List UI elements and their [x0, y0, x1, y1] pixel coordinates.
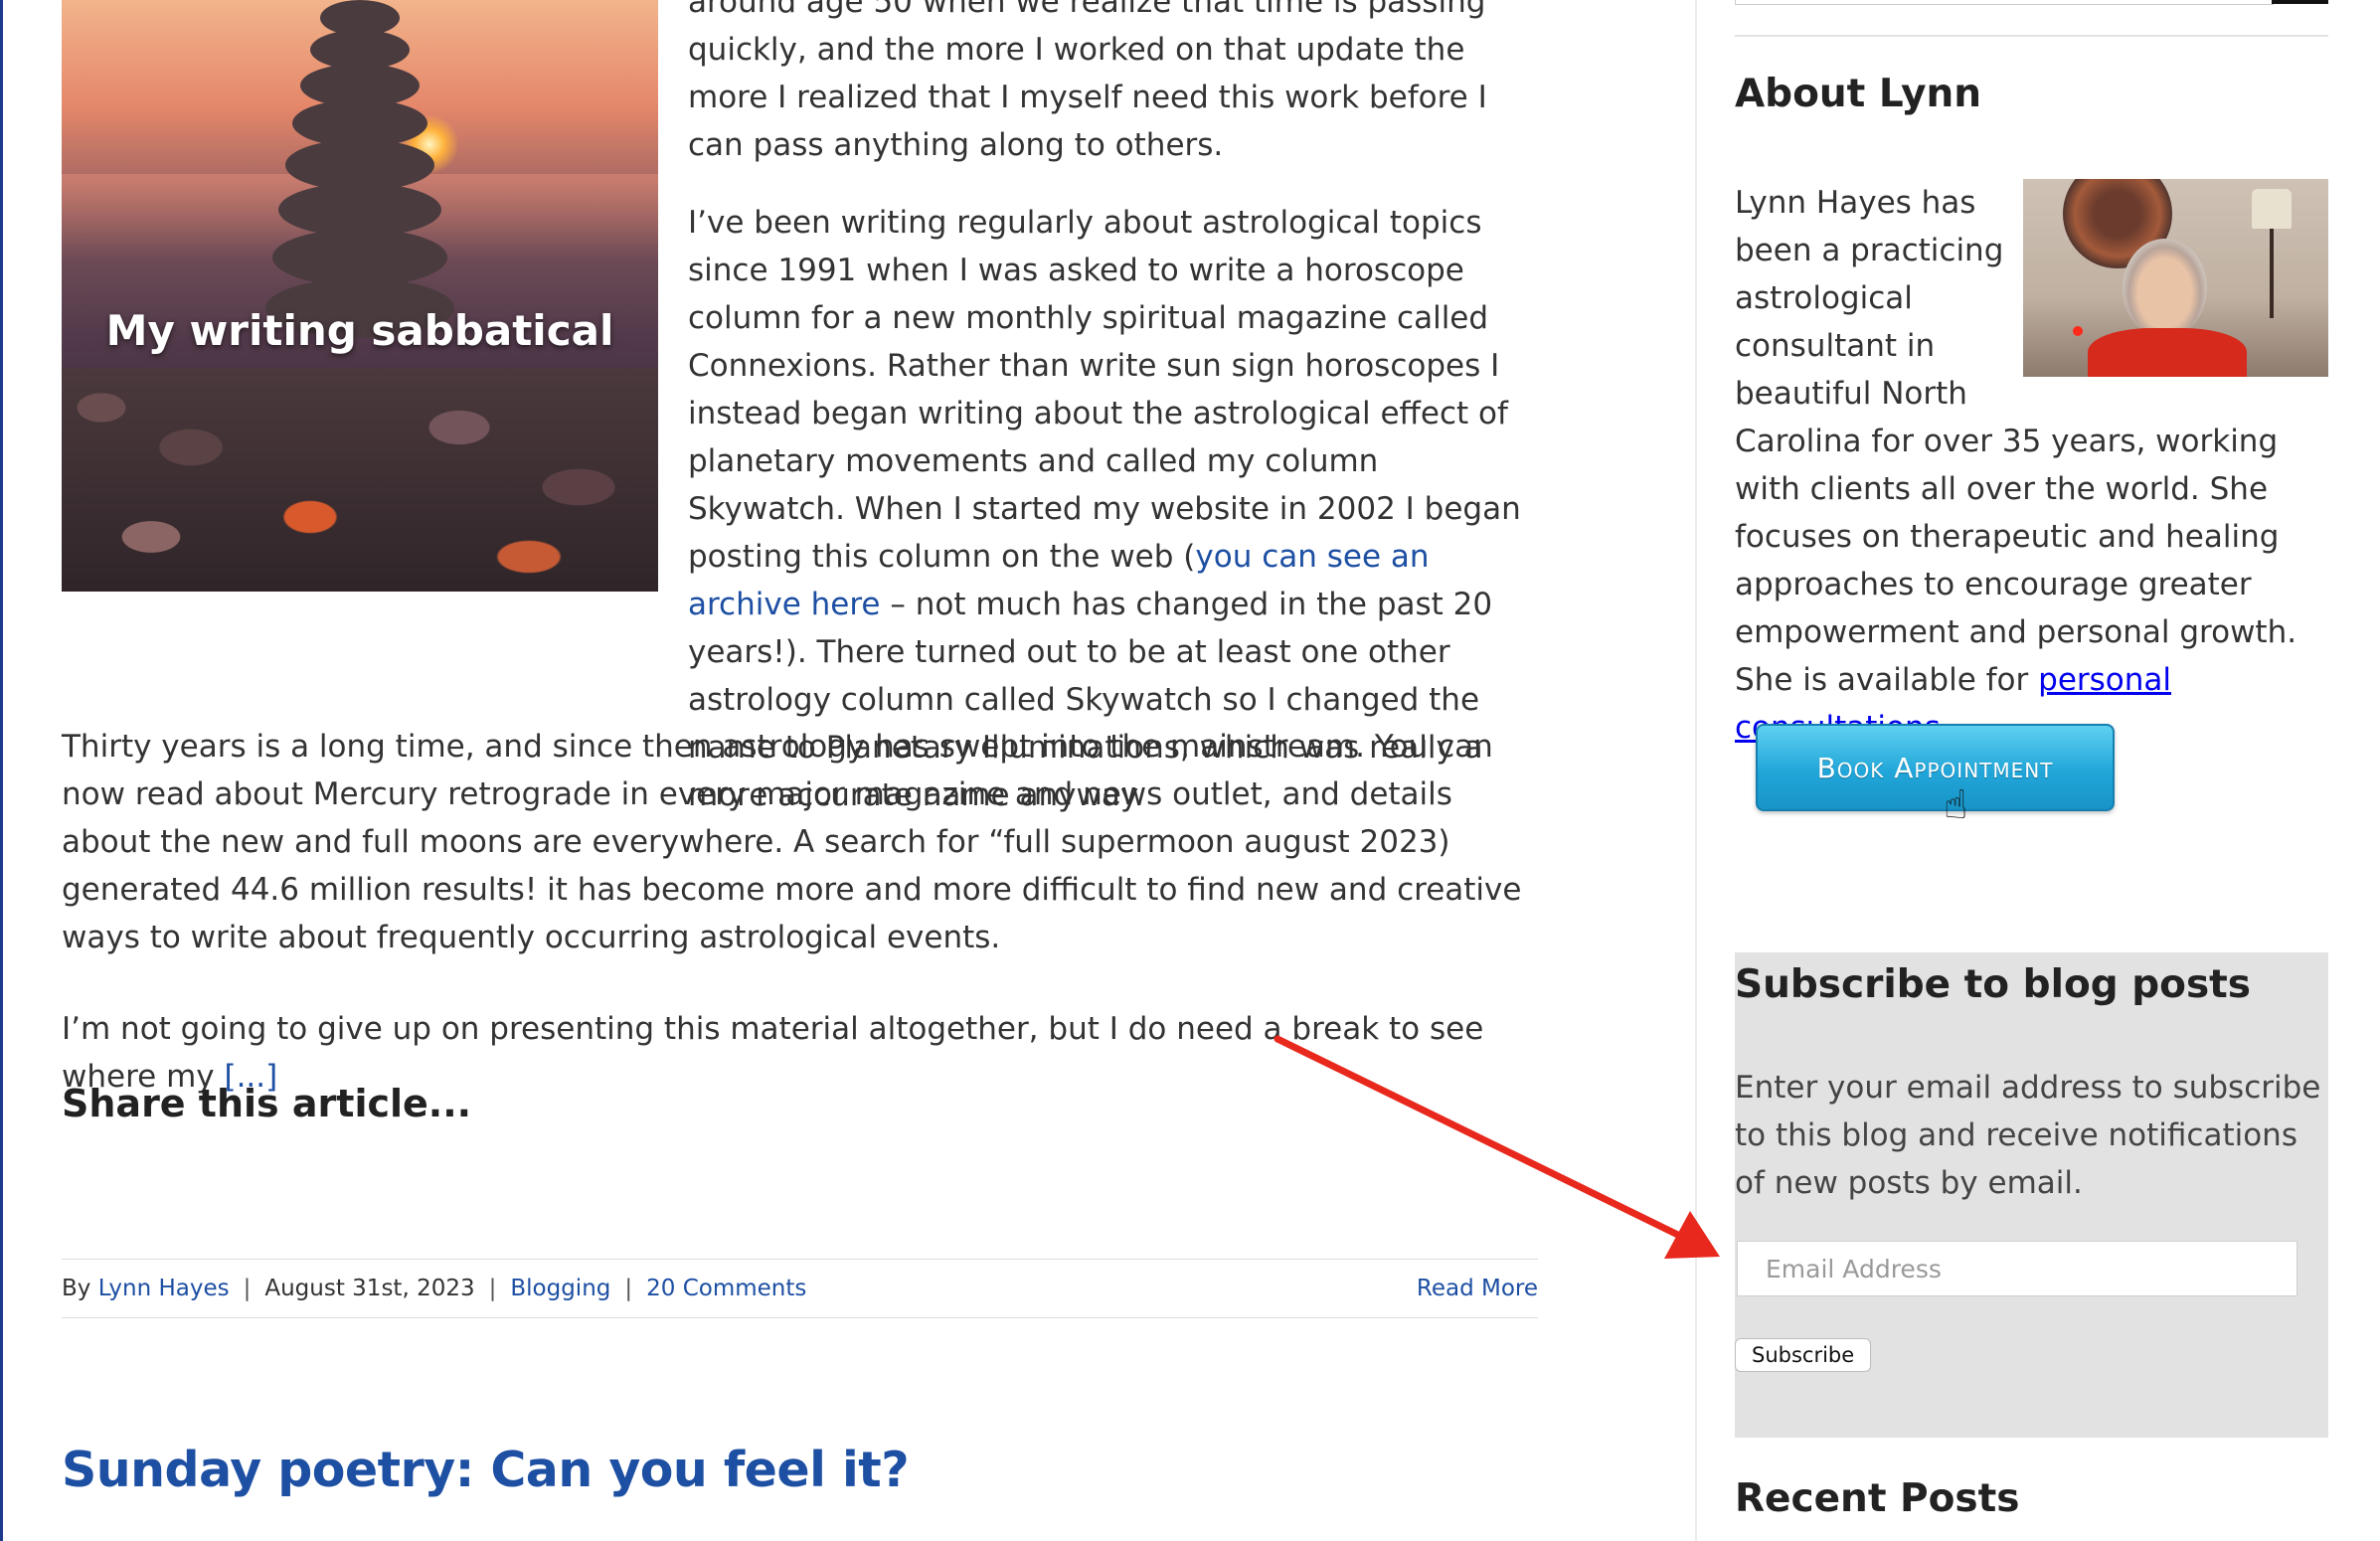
meta-separator: |	[624, 1276, 633, 1301]
about-heading: About Lynn	[1735, 72, 1982, 116]
photo-spacer	[2008, 179, 2331, 388]
sidebar-top-divider	[1735, 35, 2328, 37]
sidebar-search-input[interactable]	[1735, 0, 2274, 5]
post-date: August 31st, 2023	[264, 1276, 475, 1301]
subscribe-button[interactable]: Subscribe	[1735, 1338, 1872, 1372]
hand-pointer-icon: ☝	[1944, 782, 1968, 828]
next-post-title-link[interactable]: Sunday poetry: Can you feel it?	[62, 1442, 910, 1498]
email-field[interactable]	[1737, 1241, 2297, 1296]
featured-image-caption: My writing sabbatical	[105, 306, 614, 355]
author-link[interactable]: Lynn Hayes	[98, 1276, 230, 1301]
article-paragraph-3: Thirty years is a long time, and since t…	[62, 729, 1522, 955]
meta-separator: |	[243, 1276, 252, 1301]
comments-link[interactable]: 20 Comments	[646, 1276, 806, 1301]
post-meta-bar: By Lynn Hayes | August 31st, 2023 | Blogging…	[62, 1259, 1538, 1318]
subscribe-heading: Subscribe to blog posts	[1735, 962, 2252, 1007]
article-paragraph-2: I’ve been writing regularly about astrol…	[688, 199, 1538, 813]
subscribe-widget: Subscribe to blog posts Enter your email…	[1735, 952, 2328, 1438]
article-paragraph-2-text: I’ve been writing regularly about astrol…	[688, 205, 1521, 575]
subscribe-description: Enter your email address to subscribe to…	[1735, 1070, 2321, 1201]
meta-separator: |	[488, 1276, 497, 1301]
share-article-heading: Share this article...	[62, 1082, 472, 1125]
featured-image[interactable]: My writing sabbatical	[62, 0, 658, 592]
book-appointment-button[interactable]: Book Appointment	[1756, 724, 2115, 811]
pebbles-decoration	[62, 368, 658, 592]
sidebar-search-button[interactable]	[2272, 0, 2328, 4]
meta-by-label: By	[62, 1276, 91, 1301]
recent-posts-heading: Recent Posts	[1735, 1476, 2020, 1521]
about-text: Lynn Hayes has been a practicing astrolo…	[1735, 179, 2331, 752]
article-paragraph-1: around age 50 when we realize that time …	[688, 0, 1487, 163]
post-meta-info: By Lynn Hayes | August 31st, 2023 | Blogging…	[62, 1276, 806, 1301]
read-more-link[interactable]: Read More	[1417, 1276, 1538, 1301]
sidebar-divider	[1695, 0, 1697, 1541]
category-link[interactable]: Blogging	[510, 1276, 610, 1301]
page-left-border	[0, 0, 3, 1541]
